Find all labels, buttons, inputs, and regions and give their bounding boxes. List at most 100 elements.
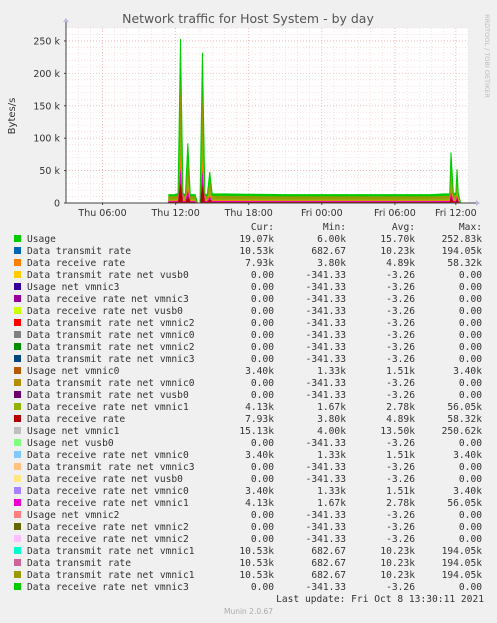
legend-cur: 10.53k <box>239 546 274 557</box>
legend-min: 1.33k <box>317 366 346 377</box>
legend-name: Usage net vmnic0 <box>12 366 222 378</box>
legend-max: 0.00 <box>458 282 482 293</box>
x-tick-label: Fri 00:00 <box>301 208 343 219</box>
legend-row: Data receive rate net vusb0 0.00 -341.33 -3… <box>12 306 482 318</box>
legend-label: Data receive rate net vmnic0 <box>27 486 189 497</box>
legend-min: -341.33 <box>305 270 346 281</box>
last-update: Last update: Fri Oct 8 13:30:11 2021 <box>276 594 484 605</box>
legend-row: Usage net vusb0 0.00 -341.33 -3.26 0.00 <box>12 438 482 450</box>
legend-swatch <box>14 307 21 314</box>
legend-min: -341.33 <box>305 390 346 401</box>
legend-avg: -3.26 <box>386 330 415 341</box>
legend-row: Data receive rate net vmnic1 4.13k 1.67k 2.… <box>12 402 482 414</box>
y-tick-label: 200 k <box>33 69 60 80</box>
legend-max: 0.00 <box>458 462 482 473</box>
legend-swatch <box>14 571 21 578</box>
col-max: Max: <box>458 222 482 233</box>
legend-avg: -3.26 <box>386 306 415 317</box>
legend-row: Usage net vmnic1 15.13k 4.00k 13.50k 250.62k <box>12 426 482 438</box>
legend-min: -341.33 <box>305 378 346 389</box>
legend-swatch <box>14 451 21 458</box>
legend-cur: 0.00 <box>250 330 274 341</box>
legend-avg: -3.26 <box>386 534 415 545</box>
legend-name: Data transmit rate <box>12 558 222 570</box>
legend-avg: -3.26 <box>386 342 415 353</box>
legend-label: Data receive rate net vmnic3 <box>27 294 189 305</box>
legend-cur: 0.00 <box>250 474 274 485</box>
legend-cur: 0.00 <box>250 582 274 593</box>
legend-label: Data receive rate <box>27 258 126 269</box>
col-cur: Cur: <box>250 222 274 233</box>
y-tick-label: 50 k <box>39 166 60 177</box>
legend-min: -341.33 <box>305 318 346 329</box>
legend-row: Data receive rate 7.93k 3.80k 4.89k 58.32k <box>12 258 482 270</box>
legend-label: Data transmit rate net vmnic3 <box>27 462 195 473</box>
legend-label: Data receive rate net vmnic2 <box>27 522 189 533</box>
legend-table: Cur: Min: Avg: Max: Usage 19.07k 6.00k 15.7… <box>12 222 482 594</box>
legend-cur: 0.00 <box>250 462 274 473</box>
legend-label: Data transmit rate net vmnic0 <box>27 378 195 389</box>
legend-name: Usage net vmnic1 <box>12 426 222 438</box>
legend-avg: -3.26 <box>386 282 415 293</box>
legend-name: Data transmit rate <box>12 246 222 258</box>
legend-min: 682.67 <box>311 558 346 569</box>
legend-label: Usage <box>27 234 56 245</box>
col-min: Min: <box>322 222 346 233</box>
legend-name: Data transmit rate net vmnic1 <box>12 570 222 582</box>
legend-swatch <box>14 271 21 278</box>
legend-swatch <box>14 499 21 506</box>
legend-label: Data receive rate <box>27 414 126 425</box>
legend-name: Data receive rate net vusb0 <box>12 474 222 486</box>
legend-name: Data transmit rate net vmnic0 <box>12 330 222 342</box>
legend-max: 0.00 <box>458 390 482 401</box>
legend-swatch <box>14 403 21 410</box>
legend-max: 194.05k <box>441 546 482 557</box>
legend-row: Data transmit rate net vusb0 0.00 -341.33 -… <box>12 270 482 282</box>
legend-label: Data transmit rate <box>27 246 131 257</box>
legend-max: 58.32k <box>447 414 482 425</box>
legend-label: Usage net vmnic0 <box>27 366 120 377</box>
legend-min: -341.33 <box>305 474 346 485</box>
legend-swatch <box>14 319 21 326</box>
legend-name: Usage <box>12 234 222 246</box>
legend-name: Data transmit rate net vmnic1 <box>12 546 222 558</box>
legend-cur: 10.53k <box>239 570 274 581</box>
legend-row: Data receive rate 7.93k 3.80k 4.89k 58.32k <box>12 414 482 426</box>
chart: Network traffic for Host System - by day… <box>7 11 491 219</box>
chart-title: Network traffic for Host System - by day <box>122 11 374 26</box>
legend-row: Data receive rate net vmnic1 4.13k 1.67k 2.… <box>12 498 482 510</box>
legend-min: 682.67 <box>311 570 346 581</box>
legend-max: 58.32k <box>447 258 482 269</box>
legend-row: Data transmit rate 10.53k 682.67 10.23k 194.… <box>12 558 482 570</box>
legend-label: Data receive rate net vmnic0 <box>27 450 189 461</box>
legend-avg: 10.23k <box>380 570 415 581</box>
legend-avg: 2.78k <box>386 498 415 509</box>
legend-avg: 1.51k <box>386 366 415 377</box>
legend-cur: 4.13k <box>245 498 274 509</box>
legend-min: -341.33 <box>305 294 346 305</box>
legend-row: Data transmit rate net vmnic3 0.00 -341.33… <box>12 354 482 366</box>
legend-swatch <box>14 439 21 446</box>
legend-avg: -3.26 <box>386 438 415 449</box>
legend-max: 0.00 <box>458 270 482 281</box>
legend-max: 0.00 <box>458 294 482 305</box>
legend-cur: 10.53k <box>239 558 274 569</box>
x-tick-label: Thu 18:00 <box>224 208 273 219</box>
legend-row: Data receive rate net vmnic3 0.00 -341.33 -… <box>12 294 482 306</box>
legend-max: 0.00 <box>458 306 482 317</box>
legend-cur: 10.53k <box>239 246 274 257</box>
legend-cur: 0.00 <box>250 294 274 305</box>
legend-swatch <box>14 235 21 242</box>
legend-row: Usage 19.07k 6.00k 15.70k 252.83k <box>12 234 482 246</box>
x-tick-label: Thu 12:00 <box>151 208 200 219</box>
legend-label: Usage net vusb0 <box>27 438 114 449</box>
legend-max: 0.00 <box>458 474 482 485</box>
legend-min: 682.67 <box>311 546 346 557</box>
legend-swatch <box>14 331 21 338</box>
y-axis-arrow <box>63 18 69 22</box>
legend-name: Data transmit rate net vusb0 <box>12 390 222 402</box>
legend-max: 3.40k <box>453 366 482 377</box>
legend-avg: 13.50k <box>380 426 415 437</box>
legend-label: Data receive rate net vmnic2 <box>27 534 189 545</box>
legend-cur: 15.13k <box>239 426 274 437</box>
